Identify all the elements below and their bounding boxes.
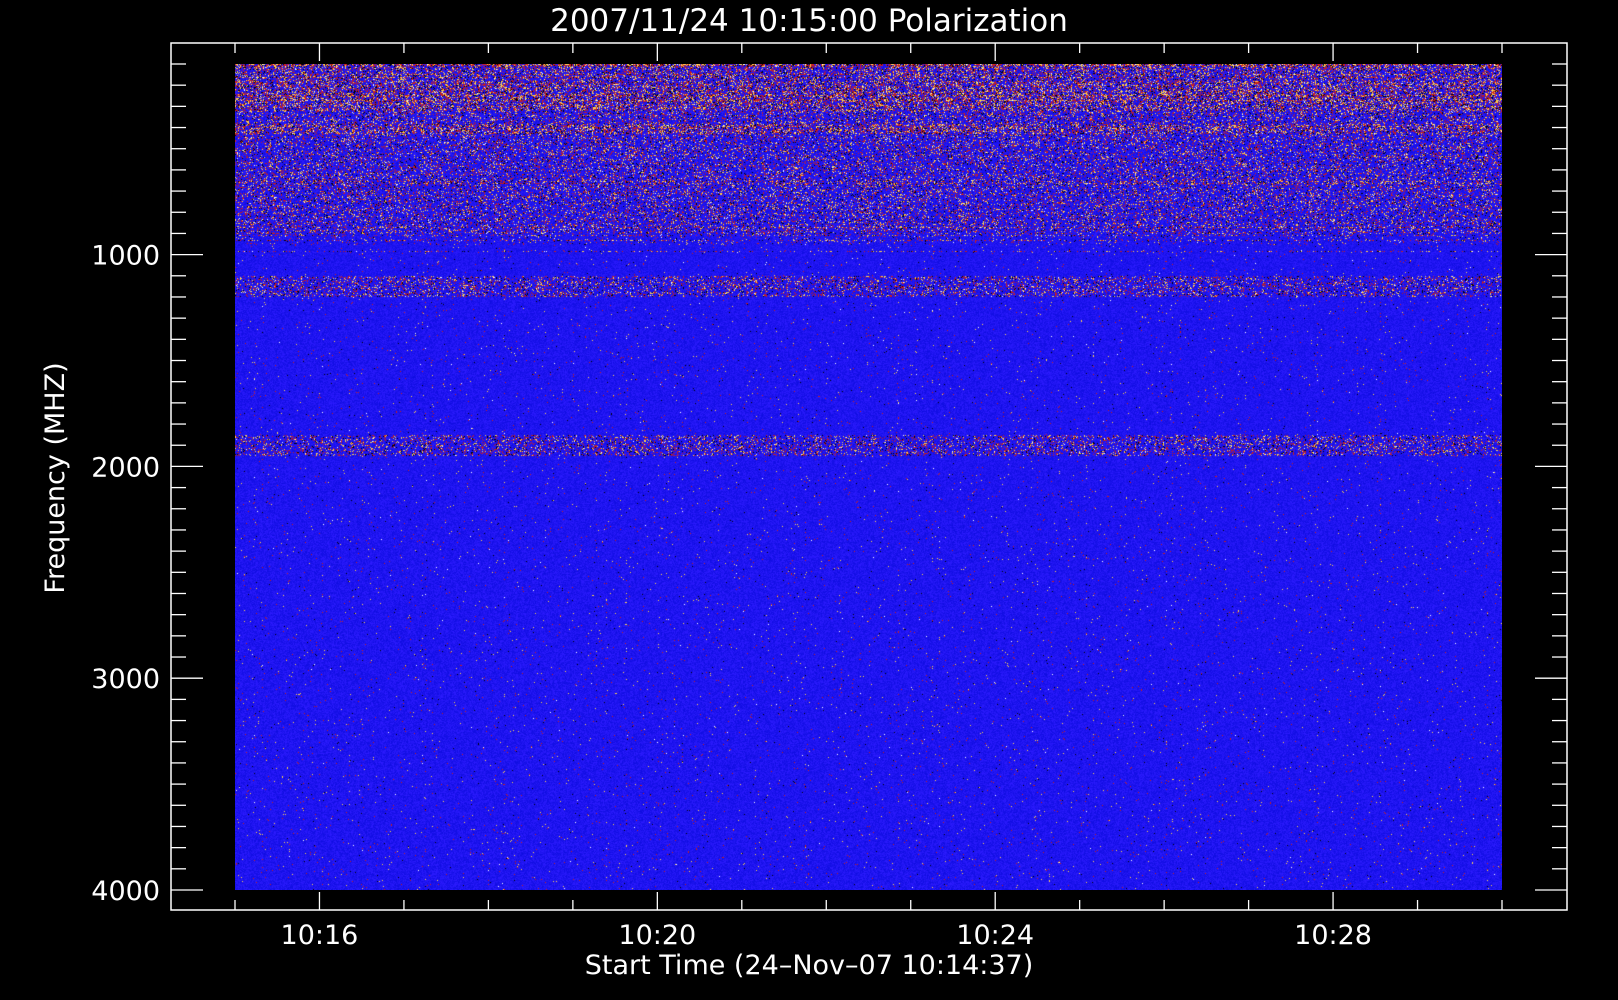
y-tick-label: 4000 [91, 876, 160, 907]
chart-title: 2007/11/24 10:15:00 Polarization [550, 3, 1068, 39]
y-tick-label: 1000 [91, 241, 160, 272]
x-tick-label: 10:16 [281, 920, 359, 951]
y-tick-label: 3000 [91, 664, 160, 695]
x-axis-label: Start Time (24–Nov–07 10:14:37) [585, 950, 1034, 981]
x-tick-label: 10:24 [956, 920, 1034, 951]
heatmap-image [235, 64, 1502, 890]
x-tick-label: 10:20 [618, 920, 696, 951]
y-tick-label: 2000 [91, 452, 160, 483]
x-tick-label: 10:28 [1294, 920, 1372, 951]
heatmap [235, 64, 1502, 890]
y-axis-label: Frequency (MHZ) [40, 362, 71, 593]
spectrogram-chart: 2007/11/24 10:15:00 Polarization 10:16 10… [0, 0, 1618, 1000]
